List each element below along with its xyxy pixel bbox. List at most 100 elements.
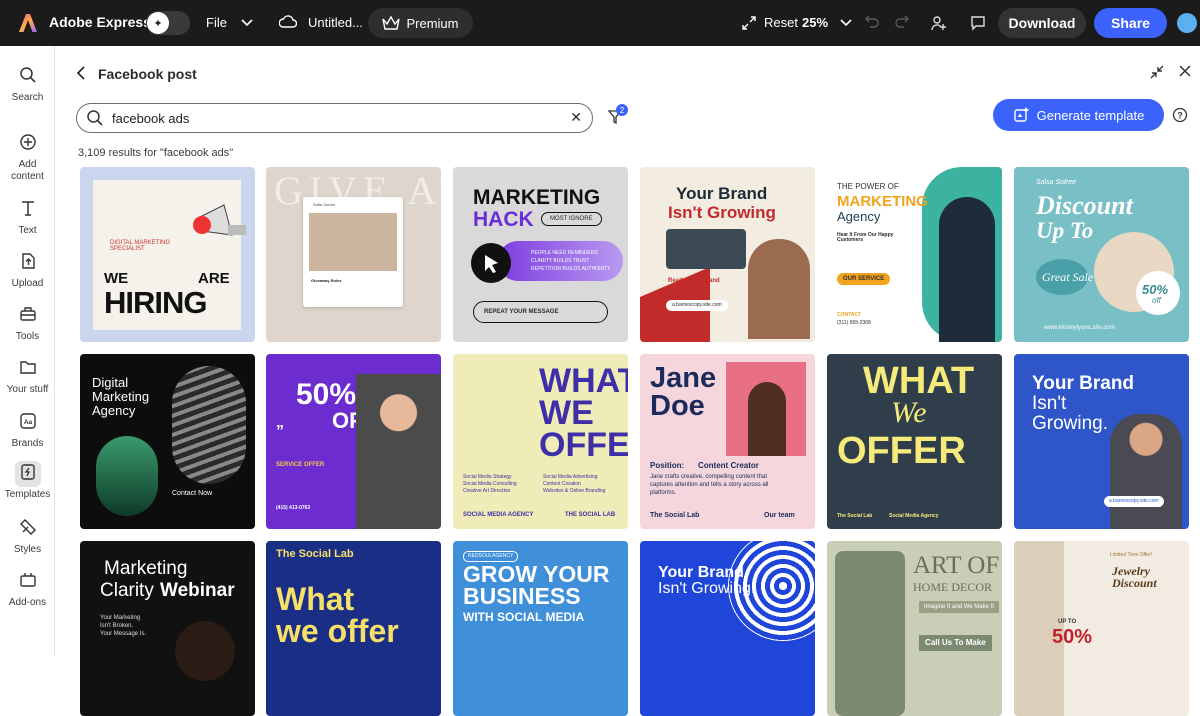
sidebar-item-your-stuff[interactable]: Your stuff (0, 356, 55, 396)
template-contact: CONTACT (837, 312, 862, 318)
social-post-mockup: Sofia Sorres Giveaway Rules (303, 197, 403, 307)
template-tagline: Imagine It and We Make It (919, 601, 999, 613)
avatar[interactable] (1177, 13, 1197, 33)
template-line-3: OFFER (539, 426, 628, 464)
template-sub-3: Your Message Is. (100, 631, 147, 637)
template-card-what-we-offer-yellow[interactable]: WHAT WE OFFER Social Media Strategy Soci… (453, 354, 628, 529)
upload-icon (15, 250, 41, 276)
sidebar-item-templates[interactable]: Templates (0, 461, 55, 501)
template-line-1: WE (104, 270, 129, 287)
template-line-1: THE POWER OF (837, 182, 899, 191)
close-icon[interactable] (1178, 64, 1192, 83)
template-card-giveaway[interactable]: GIVE AWAY Sofia Sorres Giveaway Rules (266, 167, 441, 342)
cloud-sync-icon[interactable] (279, 14, 297, 30)
template-line-3: OFFER (837, 430, 966, 472)
template-card-webinar[interactable]: Marketing Clarity Webinar Your Marketing… (80, 541, 255, 716)
template-card-brand-growing-circles[interactable]: Your Brand Isn't Growing. (640, 541, 815, 716)
reset-button[interactable]: Reset (742, 15, 798, 30)
zoom-select[interactable]: 25% (802, 15, 852, 30)
sidebar-item-text[interactable]: Text (0, 197, 55, 237)
template-subtitle: DIGITAL MARKETING SPECIALIST (110, 240, 171, 252)
search-icon (87, 110, 103, 126)
document-title[interactable]: Untitled... (308, 15, 363, 30)
template-percent: 50% (1142, 282, 1169, 297)
template-card-jewelry[interactable]: Limited Time Offer! Jewelry Discount UP … (1014, 541, 1189, 716)
template-card-home-decor[interactable]: ART OF HOME DECOR Imagine It and We Make… (827, 541, 1002, 716)
person-photo (726, 362, 806, 456)
help-icon[interactable]: ? (1172, 107, 1188, 128)
template-contact: Contact Now (172, 490, 213, 497)
template-percent: 50% (296, 378, 357, 411)
template-position-label: Position: (650, 461, 685, 470)
sidebar-item-upload[interactable]: Upload (0, 250, 55, 290)
share-button[interactable]: Share (1094, 8, 1167, 38)
sidebar-item-label: Upload (11, 278, 44, 289)
template-card-jane-doe[interactable]: Jane Doe Position: Content Creator Jane … (640, 354, 815, 529)
sidebar-item-brands[interactable]: Aa Brands (0, 410, 55, 450)
brand-icon: Aa (15, 410, 41, 436)
comment-icon[interactable] (970, 15, 986, 31)
sidebar-item-styles[interactable]: Styles (0, 516, 55, 556)
template-card-what-we-offer-dark[interactable]: WHAT We OFFER The Social Lab Social Medi… (827, 354, 1002, 529)
template-line-3: Agency (837, 209, 881, 224)
template-line-3: Agency (92, 403, 136, 418)
template-card-marketing-hack[interactable]: MARKETING HACK MOST IGNORE PEOPLE NEED R… (453, 167, 628, 342)
template-tag: MOST IGNORE (541, 212, 602, 226)
template-url: www.kinsleylyons.site.com (1044, 325, 1115, 331)
sidebar-item-label: Text (18, 225, 37, 236)
template-line-2: Isn't Growing. (658, 580, 756, 597)
person-photo (748, 239, 810, 339)
template-footer-left: SOCIAL MEDIA AGENCY (463, 512, 534, 518)
undo-icon[interactable] (864, 14, 880, 28)
template-line-2: Isn't Growing (668, 203, 776, 222)
mode-toggle[interactable]: ✦ (146, 11, 190, 35)
template-footer-right: THE SOCIAL LAB (565, 512, 616, 518)
premium-label: Premium (406, 15, 459, 31)
post-title: Giveaway Rules (311, 278, 342, 283)
template-footer-left: The Social Lab (837, 513, 873, 519)
download-button[interactable]: Download (998, 8, 1086, 38)
template-card-grow-business[interactable]: REDSOULAGENCY GROW YOUR BUSINESS WITH SO… (453, 541, 628, 716)
collapse-panel-icon[interactable] (1150, 65, 1164, 84)
redo-icon[interactable] (894, 14, 910, 28)
template-bullet: CLARITY BUILDS TRUST (531, 258, 590, 264)
person-photo (356, 374, 441, 529)
back-chevron-icon[interactable] (76, 66, 86, 83)
template-question: Ready to fix it and scale smarter? (668, 278, 720, 290)
top-bar: Adobe Express ✦ File Untitled... Premium… (0, 0, 1200, 46)
template-card-marketing-agency[interactable]: THE POWER OF MARKETING Agency Hear It Fr… (827, 167, 1002, 342)
template-card-digital-agency[interactable]: Digital Marketing Agency Contact Now (80, 354, 255, 529)
template-line-2: MARKETING (837, 193, 928, 210)
generate-template-button[interactable]: Generate template (993, 99, 1164, 131)
template-card-brand-growing[interactable]: Your Brand Isn't Growing Ready to fix it… (640, 167, 815, 342)
template-line-1: ART OF (913, 552, 1000, 579)
template-line-2: Clarity (100, 580, 154, 601)
template-card-what-we-offer-blue[interactable]: The Social Lab What we offer (266, 541, 441, 716)
person-photo (1110, 414, 1182, 529)
template-line-2: Marketing (92, 389, 150, 404)
template-off: off (1152, 296, 1161, 305)
zoom-value: 25% (802, 15, 829, 30)
template-footer-right: Our team (764, 512, 795, 519)
sidebar-item-add-content[interactable]: Add content (0, 131, 55, 183)
briefcase-icon (15, 569, 41, 595)
sidebar-item-label: Brands (11, 438, 44, 449)
file-menu[interactable]: File (206, 15, 253, 30)
search-field[interactable]: ✕ (76, 103, 593, 133)
svg-text:Aa: Aa (23, 419, 32, 426)
template-shape (96, 436, 158, 516)
template-card-discount[interactable]: Salsa Sotree Discount Up To Great Sale 5… (1014, 167, 1189, 342)
clear-search-icon[interactable]: ✕ (570, 109, 582, 126)
adobe-express-logo-icon[interactable] (16, 11, 40, 35)
sidebar-item-add-ons[interactable]: Add-ons (0, 569, 55, 609)
template-card-50-off[interactable]: 50% OFF ” SERVICE OFFER (415) 413-0763 (266, 354, 441, 529)
sidebar-item-tools[interactable]: Tools (0, 303, 55, 343)
premium-button[interactable]: Premium (368, 8, 473, 38)
search-input[interactable] (112, 110, 552, 126)
template-card-hiring[interactable]: DIGITAL MARKETING SPECIALIST WE ARE HIRI… (80, 167, 255, 342)
template-line-2: WE (539, 394, 594, 432)
invite-user-icon[interactable] (931, 15, 947, 31)
sidebar-item-search[interactable]: Search (0, 64, 55, 104)
template-phone: (415) 413-0763 (276, 505, 311, 511)
template-card-brand-growing-blue[interactable]: Your Brand Isn't Growing. a.barnescopy.s… (1014, 354, 1189, 529)
